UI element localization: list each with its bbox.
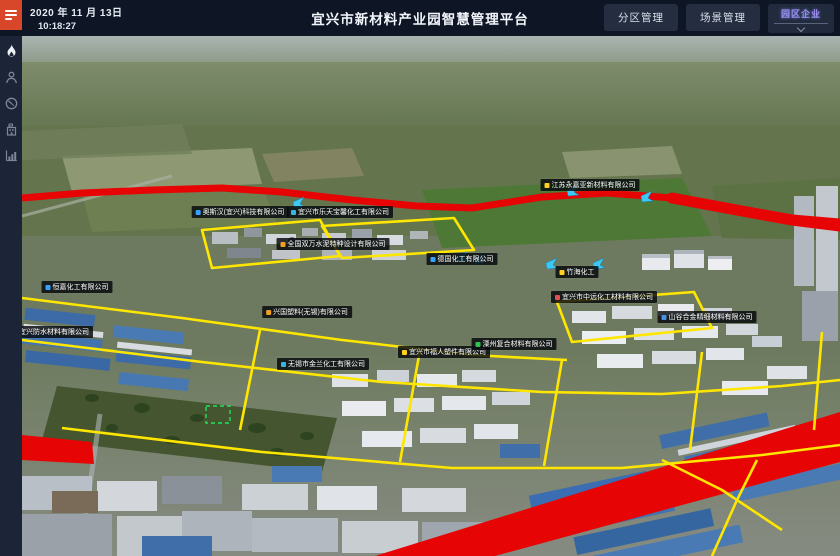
- map-viewport[interactable]: 奥斯汉(宜兴)科技有限公司 宜兴市乐天宝馨化工有限公司 全国双万水泥特种设计有限…: [22, 36, 840, 556]
- building-icon[interactable]: [0, 116, 22, 142]
- company-label[interactable]: 宜兴防水材料有限公司: [22, 326, 93, 338]
- map-3d-scene: [22, 36, 840, 556]
- company-icon: [431, 257, 436, 262]
- zone-management-button[interactable]: 分区管理: [604, 4, 678, 31]
- company-icon: [545, 183, 550, 188]
- company-label[interactable]: 全国双万水泥特种设计有限公司: [277, 238, 390, 250]
- company-icon: [555, 295, 560, 300]
- company-icon: [196, 210, 201, 215]
- header-time: 10:18:27: [38, 21, 123, 32]
- smart-park-platform: 2020 年 11 月 13日 10:18:27 宜兴市新材料产业园智慧管理平台…: [0, 0, 840, 556]
- header-actions: 分区管理 场景管理 园区企业: [604, 4, 834, 33]
- menu-button[interactable]: [0, 0, 22, 30]
- park-enterprise-dropdown[interactable]: 园区企业: [768, 4, 834, 33]
- flame-icon[interactable]: [0, 38, 22, 64]
- scene-management-button[interactable]: 场景管理: [686, 4, 760, 31]
- header-date: 2020 年 11 月 13日: [30, 4, 123, 19]
- company-label[interactable]: 山谷合金精细材料有限公司: [658, 311, 757, 323]
- company-label[interactable]: 德国化工有限公司: [427, 253, 498, 265]
- company-icon: [266, 310, 271, 315]
- header: 2020 年 11 月 13日 10:18:27 宜兴市新材料产业园智慧管理平台…: [0, 0, 840, 36]
- company-icon: [476, 342, 481, 347]
- company-label[interactable]: 宜兴市中远化工材料有限公司: [551, 291, 657, 303]
- company-icon: [291, 210, 296, 215]
- dropdown-label: 园区企业: [781, 7, 821, 20]
- company-label[interactable]: 兴国塑料(无锡)有限公司: [262, 306, 352, 318]
- company-icon: [402, 350, 407, 355]
- company-label[interactable]: 恒嘉化工有限公司: [42, 281, 113, 293]
- company-label[interactable]: 竹海化工: [556, 266, 599, 278]
- company-icon: [560, 270, 565, 275]
- company-label[interactable]: 宜兴市乐天宝馨化工有限公司: [287, 206, 393, 218]
- hamburger-icon: [5, 8, 17, 22]
- company-icon: [46, 285, 51, 290]
- company-label[interactable]: 无锡市金兰化工有限公司: [277, 358, 369, 370]
- company-icon: [281, 242, 286, 247]
- company-icon: [281, 362, 286, 367]
- datetime: 2020 年 11 月 13日 10:18:27: [30, 4, 123, 32]
- page-title: 宜兴市新材料产业园智慧管理平台: [311, 8, 529, 28]
- chevron-down-icon: [797, 24, 805, 32]
- sidebar: [0, 30, 22, 556]
- company-icon: [662, 315, 667, 320]
- company-label[interactable]: 江苏永嘉亚新材料有限公司: [541, 179, 640, 191]
- chart-icon[interactable]: [0, 142, 22, 168]
- gauge-icon[interactable]: [0, 90, 22, 116]
- company-label[interactable]: 奥斯汉(宜兴)科技有限公司: [192, 206, 289, 218]
- user-icon[interactable]: [0, 64, 22, 90]
- company-label[interactable]: 溧州复合材料有限公司: [472, 338, 557, 350]
